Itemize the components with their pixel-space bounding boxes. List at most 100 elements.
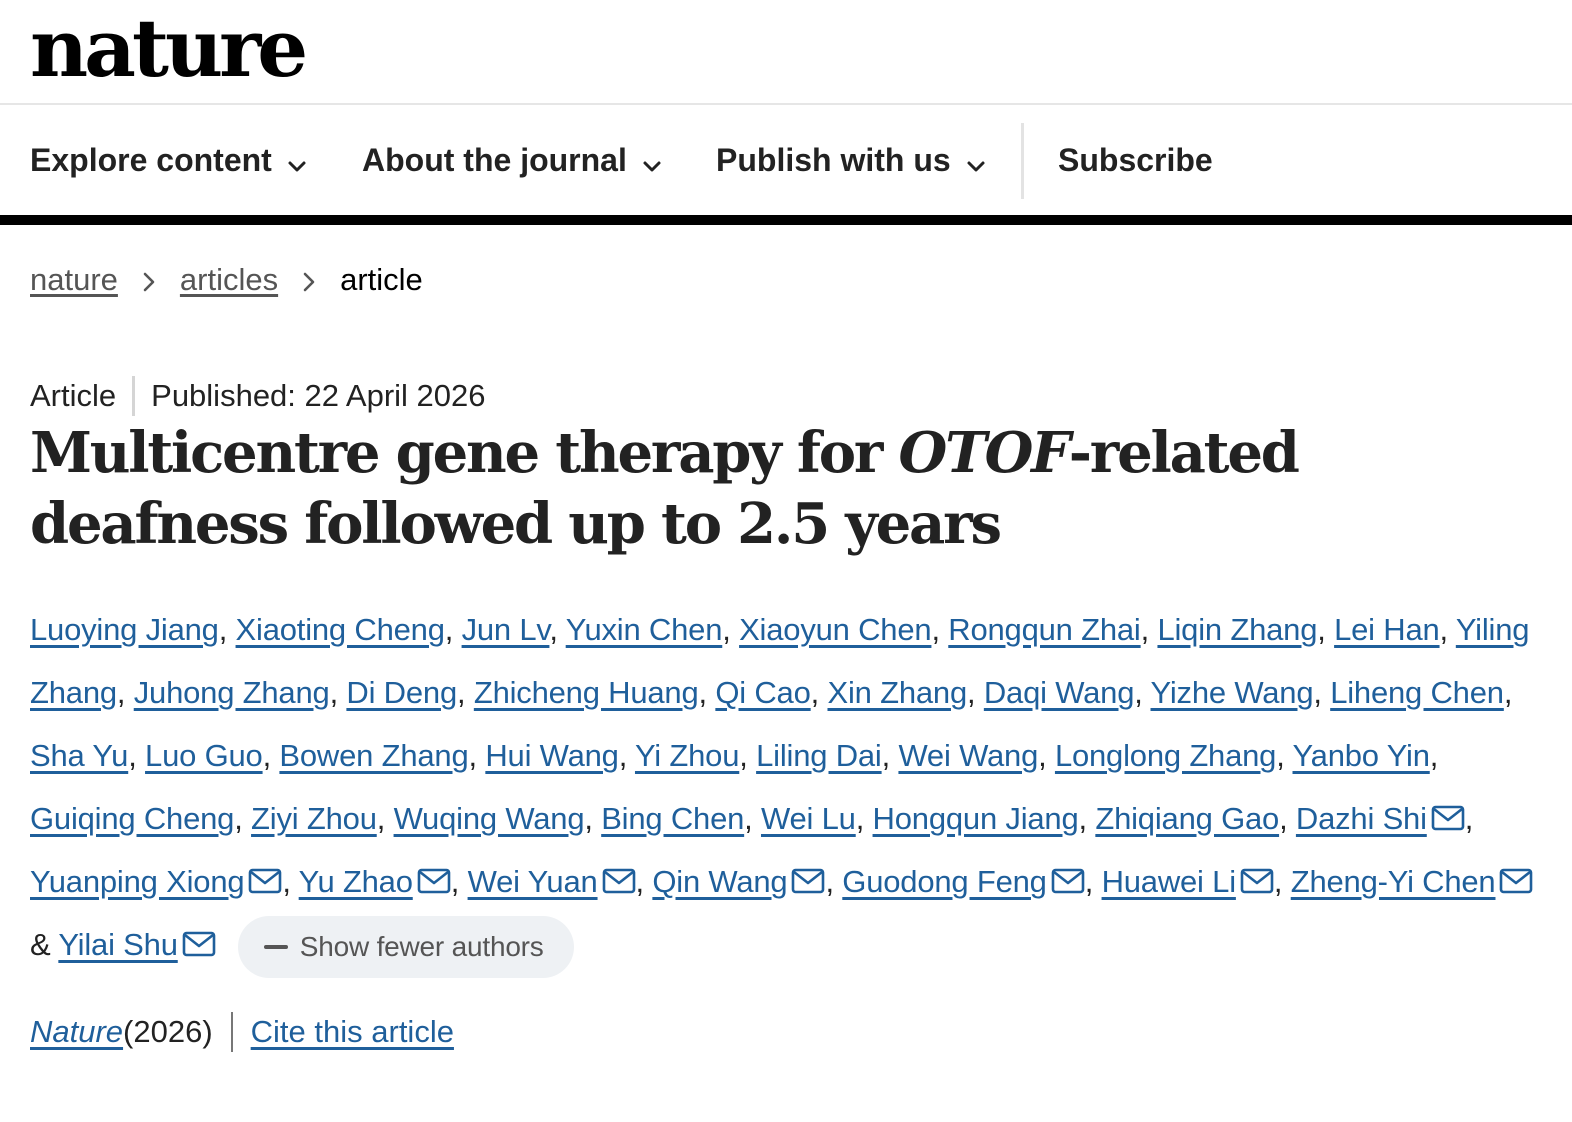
author-separator: , (1464, 801, 1474, 836)
article-meta: Article Published: 22 April 2026 (30, 376, 486, 416)
author-link[interactable]: Qi Cao (715, 675, 810, 710)
email-icon[interactable] (248, 868, 282, 894)
author-separator: , (744, 801, 761, 836)
author-separator: , (468, 738, 486, 773)
author-separator: , (1276, 738, 1293, 773)
author-link[interactable]: Sha Yu (30, 738, 128, 773)
chevron-right-icon (296, 267, 322, 293)
author-link[interactable]: Yilai Shu (58, 927, 178, 962)
email-icon[interactable] (417, 868, 451, 894)
publication-year: (2026) (123, 1014, 213, 1049)
nav-subscribe[interactable]: Subscribe (1058, 105, 1213, 215)
author-link[interactable]: Luo Guo (145, 738, 263, 773)
author-separator: , (881, 738, 899, 773)
email-icon[interactable] (1240, 868, 1274, 894)
chevron-down-icon (965, 149, 987, 172)
author-link[interactable]: Yuanping Xiong (30, 864, 245, 899)
journal-link[interactable]: Nature (30, 1014, 123, 1050)
author-link[interactable]: Qin Wang (652, 864, 787, 899)
author-link[interactable]: Zhicheng Huang (474, 675, 699, 710)
author-link[interactable]: Di Deng (346, 675, 457, 710)
breadcrumb-articles[interactable]: articles (180, 262, 278, 298)
nav-about-label: About the journal (362, 141, 627, 178)
nav-subscribe-label: Subscribe (1058, 141, 1213, 178)
author-separator: , (450, 864, 468, 899)
author-link[interactable]: Liling Dai (756, 738, 882, 773)
citation-divider (230, 1012, 233, 1052)
author-link[interactable]: Lei Han (1334, 612, 1440, 647)
author-separator: , (739, 738, 757, 773)
nav-publish-label: Publish with us (716, 141, 951, 178)
author-link[interactable]: Luoying Jiang (30, 612, 219, 647)
nature-logo[interactable]: nature (30, 0, 308, 96)
email-icon[interactable] (1051, 868, 1085, 894)
author-link[interactable]: Zheng-Yi Chen (1291, 864, 1496, 899)
author-link[interactable]: Ziyi Zhou (251, 801, 377, 836)
author-link[interactable]: Liqin Zhang (1157, 612, 1317, 647)
author-link[interactable]: Xiaoyun Chen (739, 612, 932, 647)
author-link[interactable]: Wei Lu (761, 801, 856, 836)
author-separator: , (1317, 612, 1335, 647)
email-icon[interactable] (182, 931, 216, 957)
author-link[interactable]: Bing Chen (601, 801, 744, 836)
email-icon[interactable] (791, 868, 825, 894)
author-separator: , (810, 675, 828, 710)
author-link[interactable]: Daqi Wang (984, 675, 1135, 710)
show-fewer-authors-button[interactable]: Show fewer authors (237, 915, 574, 978)
author-separator: , (618, 738, 635, 773)
author-link[interactable]: Bowen Zhang (279, 738, 468, 773)
chevron-right-icon (136, 267, 162, 293)
cite-this-article-link[interactable]: Cite this article (251, 1014, 454, 1050)
meta-divider (132, 376, 136, 416)
author-link[interactable]: Guodong Feng (842, 864, 1047, 899)
author-link[interactable]: Yizhe Wang (1151, 675, 1314, 710)
author-link[interactable]: Dazhi Shi (1296, 801, 1427, 836)
author-link[interactable]: Xiaoting Cheng (236, 612, 445, 647)
nav-publish-with-us[interactable]: Publish with us (716, 105, 987, 215)
author-link[interactable]: Wei Yuan (468, 864, 598, 899)
author-link[interactable]: Yanbo Yin (1293, 738, 1430, 773)
author-link[interactable]: Huawei Li (1102, 864, 1237, 899)
minus-icon (263, 944, 288, 949)
author-link[interactable]: Longlong Zhang (1055, 738, 1276, 773)
author-link[interactable]: Hongqun Jiang (873, 801, 1079, 836)
author-link[interactable]: Wei Wang (898, 738, 1038, 773)
author-link[interactable]: Guiqing Cheng (30, 801, 234, 836)
author-separator: & (30, 927, 59, 962)
author-separator: , (457, 675, 474, 710)
show-fewer-label: Show fewer authors (299, 931, 544, 963)
email-icon[interactable] (1499, 868, 1533, 894)
title-part-1: Multicentre gene therapy for (30, 420, 899, 486)
chevron-down-icon (641, 149, 663, 172)
author-separator: , (262, 738, 280, 773)
author-link[interactable]: Juhong Zhang (134, 675, 330, 710)
author-separator: , (444, 612, 462, 647)
email-icon[interactable] (602, 868, 636, 894)
author-link[interactable]: Hui Wang (485, 738, 619, 773)
author-separator: , (549, 612, 566, 647)
author-separator: , (698, 675, 716, 710)
author-link[interactable]: Liheng Chen (1330, 675, 1504, 710)
citation: Nature (2026) Cite this article (30, 1012, 454, 1052)
author-link[interactable]: Rongqun Zhai (948, 612, 1141, 647)
author-link[interactable]: Yu Zhao (299, 864, 413, 899)
breadcrumb: nature articles article (30, 262, 423, 298)
author-link[interactable]: Yi Zhou (635, 738, 739, 773)
nav-about-journal[interactable]: About the journal (362, 105, 663, 215)
author-link[interactable]: Xin Zhang (827, 675, 967, 710)
main-nav: Explore content About the journal Publis… (0, 105, 1572, 225)
article-type: Article (30, 378, 117, 413)
author-link[interactable]: Wuqing Wang (394, 801, 585, 836)
author-separator: , (855, 801, 873, 836)
author-separator: , (1503, 675, 1513, 710)
email-icon[interactable] (1431, 805, 1465, 831)
author-link[interactable]: Yuxin Chen (566, 612, 723, 647)
nav-divider (1021, 123, 1024, 199)
author-separator: , (376, 801, 394, 836)
author-separator: , (1429, 738, 1439, 773)
author-separator: , (1038, 738, 1055, 773)
author-link[interactable]: Jun Lv (462, 612, 550, 647)
author-link[interactable]: Zhiqiang Gao (1095, 801, 1279, 836)
breadcrumb-nature[interactable]: nature (30, 262, 118, 298)
nav-explore-content[interactable]: Explore content (30, 105, 308, 215)
